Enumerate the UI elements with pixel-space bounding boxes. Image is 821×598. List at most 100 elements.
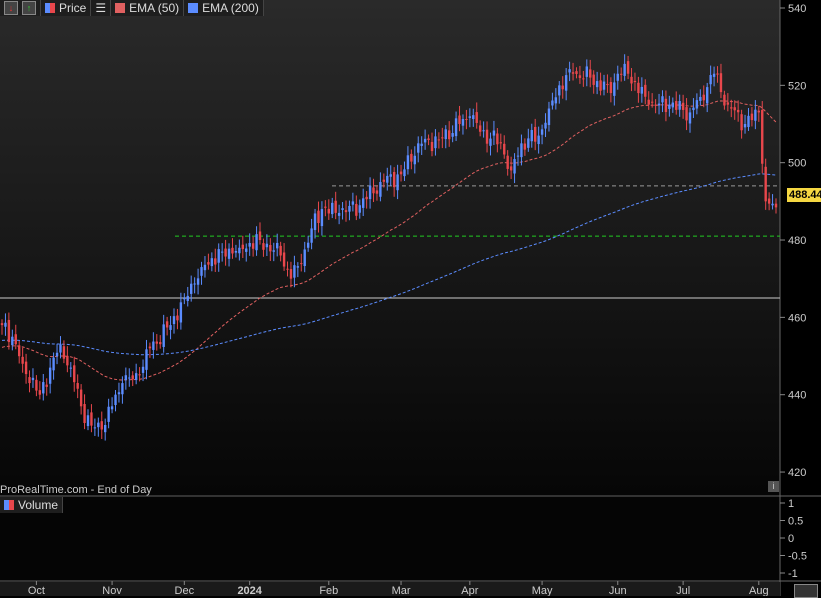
x-tick-label: 2024 bbox=[237, 585, 262, 596]
candle-body bbox=[389, 174, 392, 177]
candle-body bbox=[661, 96, 664, 103]
candle-body bbox=[626, 61, 630, 74]
candle-body bbox=[262, 243, 265, 250]
x-tick-label: Mar bbox=[392, 585, 411, 596]
price-chart[interactable]: 540 520 500 480 460 440 420 1 0.5 0 -0.5 -1 Oct Nov De… bbox=[0, 0, 821, 596]
candle-body bbox=[637, 82, 640, 94]
candle-body bbox=[324, 206, 327, 208]
candle-body bbox=[86, 415, 90, 427]
candle-body bbox=[121, 383, 124, 395]
up-arrow-icon[interactable]: ↑ bbox=[22, 1, 36, 15]
candle-body bbox=[193, 283, 196, 285]
legend-ema200[interactable]: EMA (200) bbox=[184, 0, 264, 16]
legend-volume[interactable]: Volume bbox=[0, 497, 64, 513]
candle-body bbox=[52, 357, 55, 371]
candle-body bbox=[152, 341, 155, 350]
candle-body bbox=[534, 126, 537, 142]
candle-body bbox=[396, 174, 399, 191]
candle-body bbox=[11, 336, 14, 346]
y-tick-label: 460 bbox=[788, 312, 806, 324]
price-panel-bg bbox=[0, 0, 780, 495]
candle-body bbox=[458, 115, 461, 125]
volume-tick-label: 0.5 bbox=[788, 516, 803, 528]
candle-body bbox=[66, 355, 69, 366]
x-tick-label: Oct bbox=[28, 585, 45, 596]
candle-body bbox=[475, 112, 478, 123]
legend-ema200-label: EMA (200) bbox=[202, 1, 259, 15]
candle-body bbox=[561, 85, 564, 90]
candle-body bbox=[427, 138, 430, 141]
candle-body bbox=[540, 129, 544, 135]
candle-body bbox=[750, 113, 754, 121]
candle-body bbox=[733, 107, 736, 111]
candle-body bbox=[107, 406, 110, 422]
candle-body bbox=[403, 169, 406, 177]
candle-body bbox=[513, 159, 516, 174]
candle-body bbox=[186, 295, 189, 301]
source-label: ProRealTime.com - End of Day bbox=[0, 484, 152, 496]
candle-body bbox=[300, 263, 303, 265]
candle-body bbox=[537, 135, 540, 145]
candle-body bbox=[434, 136, 437, 149]
candle-body bbox=[124, 375, 128, 381]
candle-body bbox=[355, 203, 358, 216]
candle-body bbox=[141, 366, 145, 373]
down-arrow-icon[interactable]: ↓ bbox=[4, 1, 18, 15]
candle-body bbox=[451, 133, 454, 137]
candle-body bbox=[128, 377, 131, 379]
candle-body bbox=[31, 377, 35, 381]
candle-body bbox=[747, 115, 750, 128]
legend-ema50[interactable]: EMA (50) bbox=[111, 0, 185, 16]
candle-body bbox=[544, 122, 547, 129]
x-tick-label: May bbox=[532, 585, 553, 596]
candle-body bbox=[695, 100, 699, 109]
candle-body bbox=[42, 382, 45, 394]
candle-body bbox=[454, 118, 458, 137]
candle-body bbox=[214, 258, 217, 265]
candle-body bbox=[104, 424, 107, 433]
candle-body bbox=[231, 247, 234, 254]
legend-ema50-label: EMA (50) bbox=[129, 1, 180, 15]
x-tick-label: Dec bbox=[175, 585, 195, 596]
candle-body bbox=[238, 247, 241, 254]
candle-body bbox=[344, 210, 348, 213]
y-tick-label: 440 bbox=[788, 390, 806, 402]
candle-body bbox=[554, 97, 558, 104]
candle-body bbox=[465, 118, 468, 120]
candle-body bbox=[571, 72, 575, 74]
candle-body bbox=[664, 98, 668, 113]
legend-price[interactable]: Price bbox=[41, 0, 92, 16]
candle-body bbox=[444, 129, 447, 140]
candle-body bbox=[169, 325, 172, 330]
y-tick-label: 540 bbox=[788, 3, 806, 15]
candle-body bbox=[79, 389, 83, 407]
info-icon[interactable]: i bbox=[768, 481, 779, 492]
candle-body bbox=[162, 324, 165, 347]
candle-body bbox=[520, 143, 523, 158]
candle-body bbox=[589, 69, 592, 78]
candle-body bbox=[38, 390, 42, 395]
x-tick-label: Nov bbox=[102, 585, 122, 596]
candle-body bbox=[743, 124, 747, 128]
list-icon[interactable]: ☰ bbox=[91, 0, 112, 16]
candle-body bbox=[207, 262, 210, 265]
candle-body bbox=[527, 138, 530, 148]
candle-body bbox=[640, 86, 644, 94]
candle-body bbox=[117, 392, 121, 395]
candle-body bbox=[564, 75, 568, 91]
candle-body bbox=[754, 109, 757, 121]
candle-body bbox=[392, 171, 396, 188]
candle-body bbox=[382, 179, 386, 182]
candle-body bbox=[320, 209, 324, 227]
y-tick-label: 520 bbox=[788, 80, 806, 92]
candle-body bbox=[45, 384, 48, 387]
candle-body bbox=[764, 166, 767, 202]
candle-body bbox=[269, 245, 272, 252]
candle-body bbox=[224, 248, 227, 257]
candle-body bbox=[114, 394, 117, 406]
candle-body bbox=[358, 205, 361, 213]
candle-body bbox=[306, 242, 310, 248]
candle-body bbox=[48, 367, 52, 384]
candle-body bbox=[650, 101, 654, 103]
candle-body bbox=[24, 361, 28, 375]
